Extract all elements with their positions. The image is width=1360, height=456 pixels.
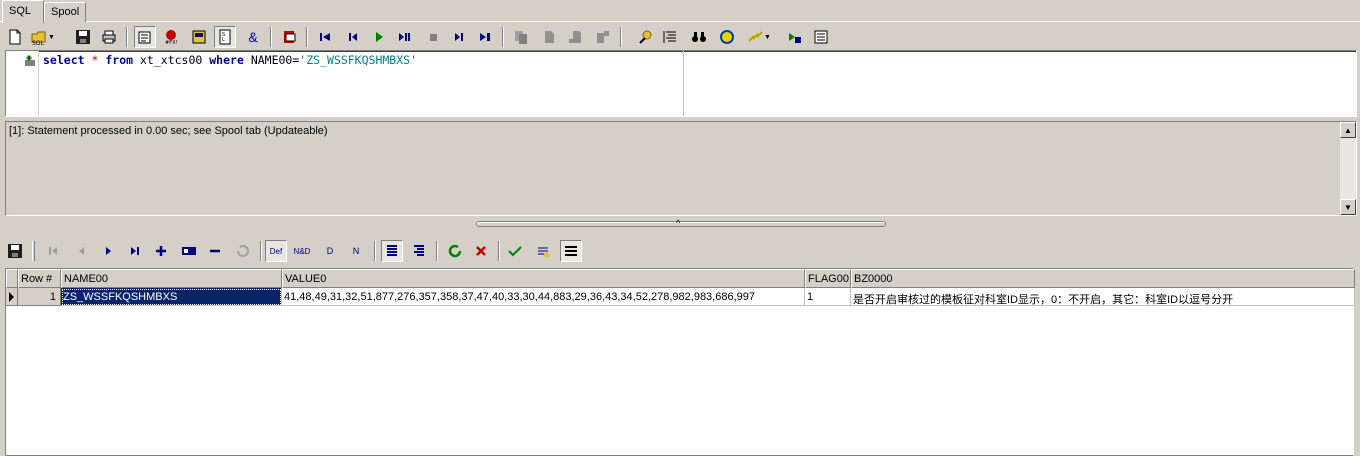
status-scrollbar[interactable]: ▲ ▼: [1339, 122, 1356, 215]
tab-sql[interactable]: SQL: [2, 0, 44, 23]
svg-text:L: L: [222, 37, 225, 43]
options-icon[interactable]: [810, 26, 832, 48]
header-row-num[interactable]: Row #: [18, 269, 61, 288]
stop-icon[interactable]: #FX!: [160, 26, 182, 48]
status-message: [1]: Statement processed in 0.00 sec; se…: [9, 125, 328, 137]
first-icon[interactable]: [314, 26, 336, 48]
sql-keyword: where: [209, 53, 244, 67]
sql-column: NAME00=: [250, 53, 300, 67]
sql-toolbar: SQL ▼ #FX! SL & ▼: [2, 24, 842, 50]
header-name00[interactable]: NAME00: [61, 269, 282, 288]
open-sql-icon[interactable]: SQL ▼: [28, 26, 58, 48]
next-icon[interactable]: [448, 26, 470, 48]
grid-view-icon[interactable]: [381, 240, 403, 262]
form-view-icon[interactable]: [408, 240, 430, 262]
cut-icon[interactable]: [538, 26, 560, 48]
undo-icon[interactable]: [232, 240, 254, 262]
save-icon[interactable]: [4, 240, 26, 262]
splitter[interactable]: ^: [0, 218, 1360, 230]
grid-toolbar: Def N&D D N: [2, 238, 602, 264]
run-icon[interactable]: [368, 26, 390, 48]
run-step-icon[interactable]: [394, 26, 416, 48]
header-bz0000[interactable]: BZ0000: [851, 269, 1355, 288]
clear-icon[interactable]: [592, 26, 614, 48]
splitter-handle[interactable]: [476, 221, 886, 227]
format-icon[interactable]: [660, 26, 682, 48]
paste-doc-icon[interactable]: [564, 26, 586, 48]
save-icon[interactable]: [72, 26, 94, 48]
header-indicator: [6, 269, 18, 288]
new-icon[interactable]: [4, 26, 26, 48]
statement-marker-icon: [25, 55, 35, 66]
edit-record-icon[interactable]: [178, 240, 200, 262]
result-grid[interactable]: Row # NAME00 VALUE0 FLAG00 BZ0000 1 ZS_W…: [5, 268, 1355, 456]
prev-record-icon[interactable]: [70, 240, 92, 262]
delete-record-icon[interactable]: [204, 240, 226, 262]
first-record-icon[interactable]: [42, 240, 64, 262]
tab-strip: SQL Spool: [0, 0, 1360, 23]
sql-table: xt_xtcs00: [140, 53, 203, 67]
binoculars-icon[interactable]: [688, 26, 710, 48]
editor-gutter: [6, 51, 39, 116]
cell-flag00[interactable]: 1: [805, 288, 851, 306]
sql-editor[interactable]: select * from xt_xtcs00 where NAME00='ZS…: [5, 50, 1357, 117]
sql-string: 'ZS_WSSFKQSHMBXS': [299, 53, 417, 67]
cancel-icon[interactable]: [470, 240, 492, 262]
cell-name00[interactable]: ZS_WSSFKQSHMBXS: [61, 288, 282, 306]
explain-icon[interactable]: [188, 26, 210, 48]
sql-keyword: select: [43, 53, 85, 67]
print-icon[interactable]: [98, 26, 120, 48]
last-icon[interactable]: [474, 26, 496, 48]
status-panel: [1]: Statement processed in 0.00 sec; se…: [5, 121, 1357, 216]
row-indicator-icon: [6, 288, 18, 306]
header-value0[interactable]: VALUE0: [282, 269, 805, 288]
grid-header: Row # NAME00 VALUE0 FLAG00 BZ0000: [6, 269, 1355, 288]
sql-statement[interactable]: select * from xt_xtcs00 where NAME00='ZS…: [43, 53, 417, 67]
ampersand-icon[interactable]: &: [242, 26, 264, 48]
describe-icon[interactable]: [134, 26, 156, 48]
rollback-icon[interactable]: [532, 240, 554, 262]
copy-icon[interactable]: [510, 26, 532, 48]
header-flag00[interactable]: FLAG00: [805, 269, 851, 288]
svg-text:SQL: SQL: [32, 40, 45, 45]
insert-record-icon[interactable]: [150, 240, 172, 262]
def-icon[interactable]: Def: [265, 240, 287, 262]
cell-bz0000[interactable]: 是否开启审核过的模板征对科室ID显示，0：不开启，其它：科室ID以逗号分开: [851, 288, 1355, 306]
right-margin-line: [683, 51, 684, 116]
tab-spool[interactable]: Spool: [44, 2, 86, 22]
sql-star: *: [91, 53, 99, 67]
refresh-icon[interactable]: [444, 240, 466, 262]
next-record-icon[interactable]: [98, 240, 120, 262]
scroll-down-icon[interactable]: ▼: [1340, 199, 1356, 215]
sql-file-icon[interactable]: SL: [214, 26, 236, 48]
paste-icon[interactable]: [278, 26, 300, 48]
commit-icon[interactable]: [504, 240, 526, 262]
collapse-up-icon[interactable]: ^: [676, 219, 680, 228]
row-number: 1: [18, 288, 61, 306]
export-icon[interactable]: [560, 240, 582, 262]
tools-icon[interactable]: [634, 26, 656, 48]
sql-keyword: from: [105, 53, 134, 67]
scroll-up-icon[interactable]: ▲: [1340, 122, 1356, 138]
n-icon[interactable]: N: [345, 240, 367, 262]
last-record-icon[interactable]: [124, 240, 146, 262]
nd-icon[interactable]: N&D: [291, 240, 313, 262]
table-row[interactable]: 1 ZS_WSSFKQSHMBXS 41,48,49,31,32,51,877,…: [6, 288, 1355, 306]
svg-text:#FX!: #FX!: [165, 40, 178, 45]
d-icon[interactable]: D: [319, 240, 341, 262]
prev-icon[interactable]: [342, 26, 364, 48]
connect-icon[interactable]: [784, 26, 806, 48]
lightning-icon[interactable]: ▼: [744, 26, 774, 48]
help-icon[interactable]: [716, 26, 738, 48]
stop-step-icon[interactable]: [422, 26, 444, 48]
cell-value0[interactable]: 41,48,49,31,32,51,877,276,357,358,37,47,…: [282, 288, 805, 306]
